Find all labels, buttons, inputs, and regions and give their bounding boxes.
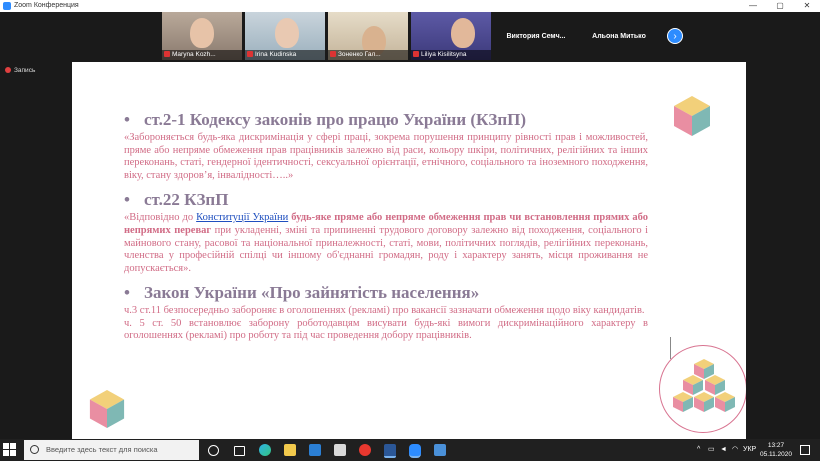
participant-video-tile[interactable]: Irina Kudinska	[245, 12, 325, 60]
cube-decoration-icon	[89, 390, 125, 428]
clock-date: 05.11.2020	[759, 451, 793, 458]
edge-browser-icon[interactable]	[259, 444, 271, 456]
maximize-button[interactable]: ▢	[768, 0, 792, 12]
slide-heading-2: • ст.22 КЗпП	[124, 190, 229, 210]
slide-heading-1: • ст.2-1 Кодексу законів про працю Україн…	[124, 110, 527, 129]
participant-video-tile[interactable]: Зоненко Гал...	[328, 12, 408, 60]
decorative-line	[670, 337, 671, 359]
muted-mic-icon	[247, 51, 253, 57]
participant-face	[451, 18, 475, 48]
taskbar-clock[interactable]: 13:27 05.11.2020	[758, 441, 794, 459]
muted-mic-icon	[413, 51, 419, 57]
tray-overflow-icon[interactable]: ^	[697, 445, 700, 455]
language-indicator[interactable]: УКР	[743, 445, 756, 455]
cube-decoration-icon	[674, 96, 710, 136]
recording-indicator[interactable]: Запись	[5, 67, 35, 74]
slide-paragraph-1: «Забороняється будь-яка дискримінація у …	[124, 132, 648, 181]
taskbar-search-input[interactable]: Введите здесь текст для поиска	[24, 440, 199, 460]
participant-video-tile[interactable]: Maryna Kozh...	[162, 12, 242, 60]
word-icon[interactable]	[384, 444, 396, 458]
window-title-bar: Zoom Конференция — ▢ ✕	[0, 0, 820, 12]
network-icon[interactable]: ▭	[708, 445, 715, 455]
zoom-meeting-area: Maryna Kozh... Irina Kudinska Зоненко Га…	[0, 12, 820, 439]
zoom-app-icon	[3, 2, 11, 10]
constitution-link[interactable]: Конституції України	[196, 212, 288, 223]
speaker-icon[interactable]: ◄	[720, 445, 727, 455]
slide-content: • ст.2-1 Кодексу законів про працю Україн…	[124, 110, 648, 343]
participant-name: Liliya Kisilitsyna	[421, 51, 467, 58]
minimize-button[interactable]: —	[741, 0, 765, 12]
file-explorer-icon[interactable]	[284, 444, 296, 456]
slide-heading-3: • Закон України «Про зайнятість населення…	[124, 283, 480, 303]
mail-icon[interactable]	[309, 444, 321, 456]
search-placeholder: Введите здесь текст для поиска	[46, 445, 158, 454]
window-title: Zoom Конференция	[14, 2, 79, 9]
opera-icon[interactable]	[359, 444, 371, 456]
participant-name: Maryna Kozh...	[172, 51, 216, 58]
store-icon[interactable]	[334, 444, 346, 456]
participant-name-tile[interactable]: Виктория Семч...	[496, 12, 576, 60]
cube-pyramid-icon	[673, 359, 735, 412]
photos-icon[interactable]	[434, 444, 446, 456]
close-button[interactable]: ✕	[795, 0, 819, 12]
shared-slide: • ст.2-1 Кодексу законів про працю Україн…	[72, 62, 746, 439]
clock-time: 13:27	[767, 442, 785, 449]
participant-video-tile[interactable]: Liliya Kisilitsyna	[411, 12, 491, 60]
participant-name: Зоненко Гал...	[338, 51, 381, 58]
recording-label: Запись	[14, 67, 36, 74]
search-icon	[30, 445, 39, 454]
task-view-icon[interactable]	[208, 445, 219, 456]
slide-paragraph-3: ч.3 ст.11 безпосередньо забороняє в огол…	[124, 305, 645, 317]
record-icon	[5, 67, 11, 73]
participant-face	[275, 18, 299, 48]
slide-paragraph-4: ч. 5 ст. 50 встановлює заборону роботода…	[124, 317, 648, 342]
next-participants-button[interactable]: ›	[667, 28, 683, 44]
slide-paragraph-2: «Відповідно до Конституції України будь-…	[124, 212, 648, 274]
participant-name-tile[interactable]: Альона Митько	[579, 12, 659, 60]
muted-mic-icon	[330, 51, 336, 57]
windows-start-icon[interactable]	[3, 443, 17, 457]
muted-mic-icon	[164, 51, 170, 57]
windows-taskbar: Введите здесь текст для поиска ^ ▭ ◄ ◠ У…	[0, 439, 820, 461]
participant-face	[190, 18, 214, 48]
zoom-taskbar-icon[interactable]	[409, 444, 421, 458]
wifi-icon[interactable]: ◠	[732, 445, 738, 455]
participant-name: Irina Kudinska	[255, 51, 297, 58]
task-view-windows-icon[interactable]	[234, 446, 245, 456]
notifications-icon[interactable]	[800, 445, 810, 455]
